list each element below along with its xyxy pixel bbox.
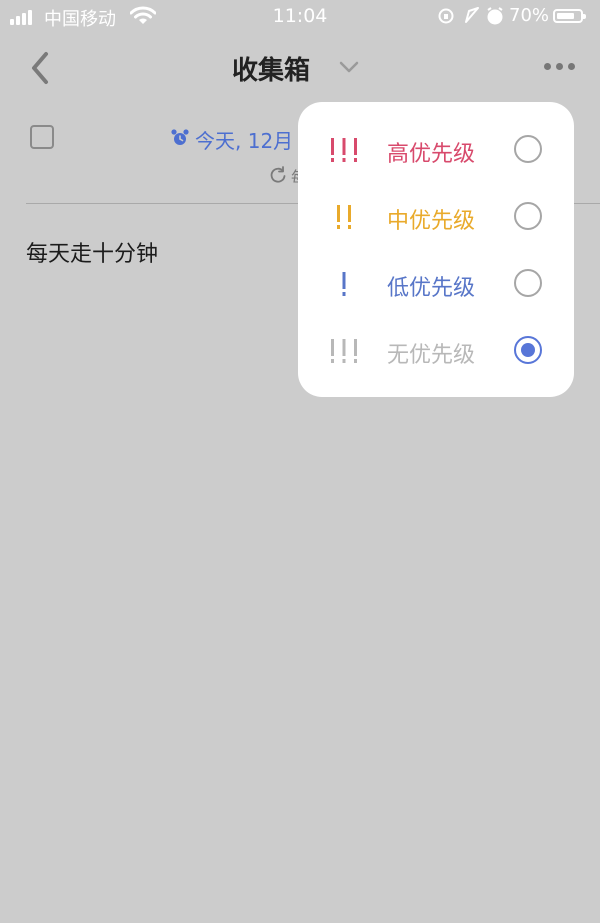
priority-option-none[interactable]: 无优先级 <box>298 323 574 379</box>
back-chevron-icon[interactable] <box>24 48 56 88</box>
alarm-clock-icon <box>171 129 189 145</box>
priority-option-low[interactable]: 低优先级 <box>298 256 574 312</box>
priority-high-icon <box>331 138 357 162</box>
chevron-down-icon[interactable] <box>338 58 360 76</box>
orientation-lock-icon <box>438 8 454 24</box>
location-arrow-icon <box>465 7 479 23</box>
repeat-icon <box>270 166 286 183</box>
priority-option-label: 高优先级 <box>387 142 476 167</box>
more-options-icon[interactable] <box>540 60 578 74</box>
priority-option-label: 中优先级 <box>387 209 476 234</box>
battery-icon <box>553 9 586 23</box>
radio-button-selected[interactable] <box>514 336 542 364</box>
radio-button[interactable] <box>514 269 542 297</box>
priority-low-icon <box>342 272 346 296</box>
status-indicator-icons <box>438 7 503 25</box>
status-bar: 中国移动 11:04 70% <box>0 0 600 34</box>
radio-button[interactable] <box>514 135 542 163</box>
priority-medium-icon <box>337 205 351 229</box>
due-date-text: 今天, 12月 <box>195 129 294 153</box>
priority-menu: 高优先级 中优先级 低优先级 无优先级 <box>298 102 574 397</box>
priority-option-label: 无优先级 <box>387 343 476 368</box>
radio-button[interactable] <box>514 202 542 230</box>
priority-option-label: 低优先级 <box>387 276 476 301</box>
page-title[interactable]: 收集箱 <box>232 50 310 87</box>
battery-percent: 70% <box>509 5 550 26</box>
priority-none-icon <box>331 339 357 363</box>
priority-option-medium[interactable]: 中优先级 <box>298 189 574 245</box>
priority-option-high[interactable]: 高优先级 <box>298 122 574 178</box>
alarm-icon <box>487 7 503 25</box>
task-checkbox[interactable] <box>30 125 54 149</box>
task-title[interactable]: 每天走十分钟 <box>26 236 158 268</box>
